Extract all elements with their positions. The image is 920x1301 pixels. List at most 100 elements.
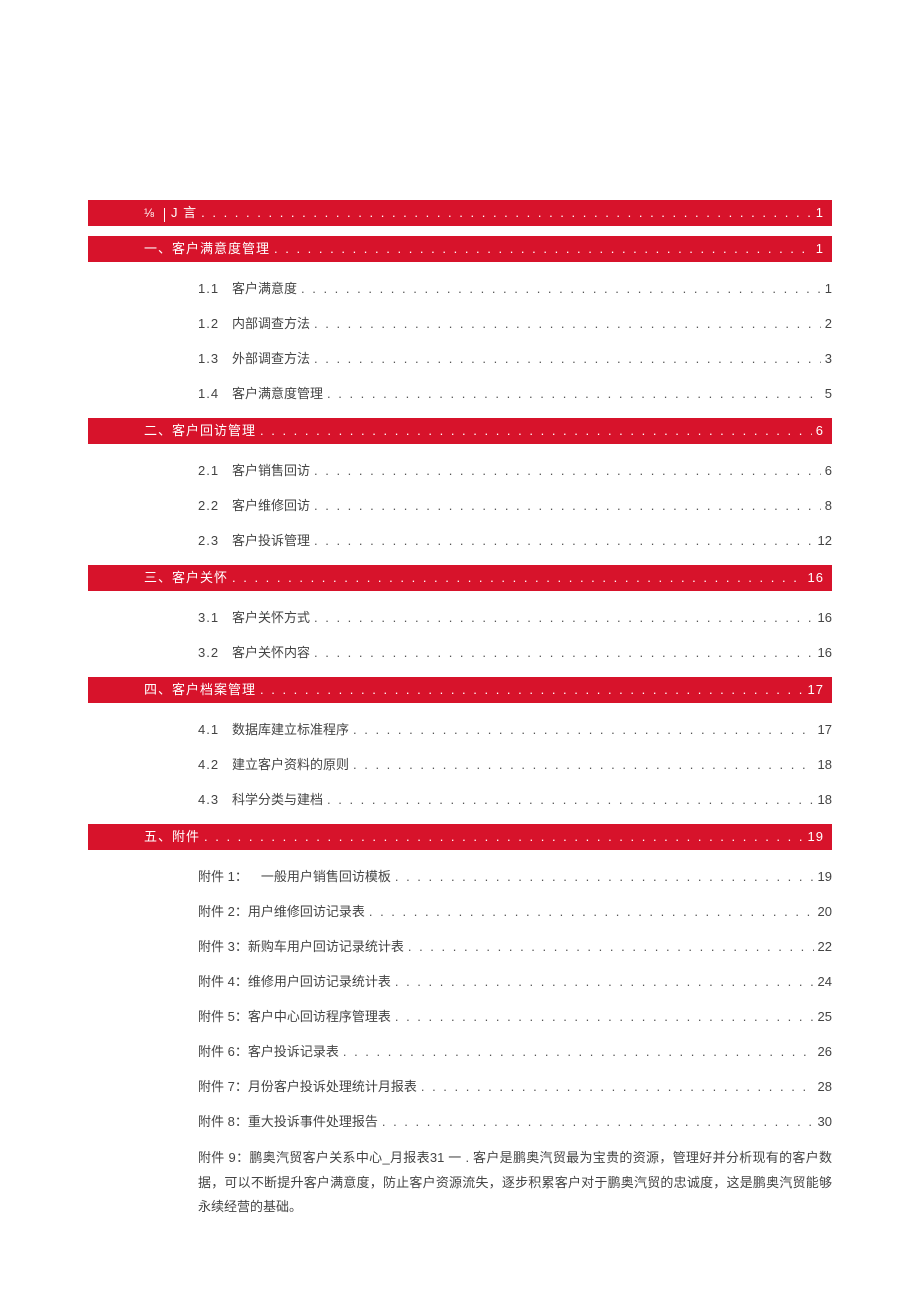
toc-entry-page: 2	[825, 316, 832, 331]
toc-entry-num: 3.1	[198, 610, 232, 625]
leader-dots: . . . . . . . . . . . . . . . . . . . . …	[353, 757, 814, 772]
leader-dots: . . . . . . . . . . . . . . . . . . . . …	[314, 463, 821, 478]
toc-entry: 3.1 客户关怀方式 . . . . . . . . . . . . . . .…	[198, 607, 832, 626]
toc-entry-page: 28	[818, 1079, 832, 1094]
toc-header-page: 1	[816, 200, 832, 226]
toc-entry-page: 19	[818, 869, 832, 884]
leader-dots: . . . . . . . . . . . . . . . . . . . . …	[369, 904, 814, 919]
toc-entry: 4.1 数据库建立标准程序 . . . . . . . . . . . . . …	[198, 719, 832, 738]
leader-dots: . . . . . . . . . . . . . . . . . . . . …	[314, 498, 821, 513]
leader-dots: . . . . . . . . . . . . . . . . . . . . …	[327, 792, 814, 807]
toc-entry-num: 1.3	[198, 351, 232, 366]
toc-entry-page: 20	[818, 904, 832, 919]
toc-entry-page: 12	[818, 533, 832, 548]
toc-entry: 4.3 科学分类与建档 . . . . . . . . . . . . . . …	[198, 789, 832, 808]
toc-note-text: 附件 9：鹏奥汽贸客户关系中心_月报表31 一 . 客户是鹏奥汽贸最为宝贵的资源…	[88, 1146, 832, 1220]
leader-dots: . . . . . . . . . . . . . . . . . . . . …	[395, 974, 814, 989]
toc-entry: 附件 4：维修用户回访记录统计表 . . . . . . . . . . . .…	[198, 971, 832, 990]
toc-entry-page: 24	[818, 974, 832, 989]
toc-header-label: 二、客户回访管理	[144, 418, 256, 444]
leader-dots: . . . . . . . . . . . . . . . . . . . . …	[395, 869, 814, 884]
toc-entry-label: 客户投诉管理	[232, 530, 310, 549]
toc-entry-page: 5	[825, 386, 832, 401]
leader-dots: . . . . . . . . . . . . . . . . . . . . …	[408, 939, 814, 954]
toc-entry-num: 4.3	[198, 792, 232, 807]
leader-dots: . . . . . . . . . . . . . . . . . . . . …	[201, 200, 812, 226]
toc-entry-label: 附件 8：重大投诉事件处理报告	[198, 1111, 378, 1130]
leader-dots: . . . . . . . . . . . . . . . . . . . . …	[395, 1009, 814, 1024]
toc-header-page: 19	[808, 824, 832, 850]
fraction-icon: ⅛	[144, 200, 154, 226]
toc-header-section-2: 二、客户回访管理 . . . . . . . . . . . . . . . .…	[88, 418, 832, 444]
toc-entry-page: 6	[825, 463, 832, 478]
toc-entry-label: 附件 3：新购车用户回访记录统计表	[198, 936, 404, 955]
toc-entry-num: 3.2	[198, 645, 232, 660]
toc-entry-label: 客户满意度	[232, 278, 297, 297]
toc-entry-num: 1.2	[198, 316, 232, 331]
toc-entry: 附件 8：重大投诉事件处理报告 . . . . . . . . . . . . …	[198, 1111, 832, 1130]
toc-entry-label: 建立客户资料的原则	[232, 754, 349, 773]
toc-header-label: J 言	[171, 200, 197, 226]
toc-entry: 1.1 客户满意度 . . . . . . . . . . . . . . . …	[198, 278, 832, 297]
toc-entry-label: 客户关怀方式	[232, 607, 310, 626]
toc-entry-page: 16	[818, 645, 832, 660]
toc-entry-page: 25	[818, 1009, 832, 1024]
vertical-divider-icon	[164, 208, 165, 222]
leader-dots: . . . . . . . . . . . . . . . . . . . . …	[301, 281, 821, 296]
toc-header-label: 五、附件	[144, 824, 200, 850]
toc-header-section-3: 三、客户关怀 . . . . . . . . . . . . . . . . .…	[88, 565, 832, 591]
toc-sublist-2: 2.1 客户销售回访 . . . . . . . . . . . . . . .…	[88, 460, 832, 549]
leader-dots: . . . . . . . . . . . . . . . . . . . . …	[314, 645, 814, 660]
toc-sublist-4: 4.1 数据库建立标准程序 . . . . . . . . . . . . . …	[88, 719, 832, 808]
leader-dots: . . . . . . . . . . . . . . . . . . . . …	[421, 1079, 814, 1094]
toc-entry-label: 科学分类与建档	[232, 789, 323, 808]
toc-entry: 附件 2：用户维修回访记录表 . . . . . . . . . . . . .…	[198, 901, 832, 920]
leader-dots: . . . . . . . . . . . . . . . . . . . . …	[274, 236, 812, 262]
toc-entry: 2.2 客户维修回访 . . . . . . . . . . . . . . .…	[198, 495, 832, 514]
toc-entry: 附件 7：月份客户投诉处理统计月报表 . . . . . . . . . . .…	[198, 1076, 832, 1095]
leader-dots: . . . . . . . . . . . . . . . . . . . . …	[353, 722, 814, 737]
toc-entry-page: 18	[818, 757, 832, 772]
leader-dots: . . . . . . . . . . . . . . . . . . . . …	[382, 1114, 814, 1129]
toc-entry: 3.2 客户关怀内容 . . . . . . . . . . . . . . .…	[198, 642, 832, 661]
toc-header-intro: ⅛ J 言 . . . . . . . . . . . . . . . . . …	[88, 200, 832, 226]
toc-entry-label: 客户维修回访	[232, 495, 310, 514]
toc-entry-page: 8	[825, 498, 832, 513]
toc-sublist-5: 附件 1： 一般用户销售回访模板 . . . . . . . . . . . .…	[88, 866, 832, 1130]
toc-entry-page: 3	[825, 351, 832, 366]
toc-entry-page: 30	[818, 1114, 832, 1129]
leader-dots: . . . . . . . . . . . . . . . . . . . . …	[314, 610, 814, 625]
toc-entry: 1.4 客户满意度管理 . . . . . . . . . . . . . . …	[198, 383, 832, 402]
toc-entry-label: 附件 6：客户投诉记录表	[198, 1041, 339, 1060]
toc-header-section-1: 一、客户满意度管理 . . . . . . . . . . . . . . . …	[88, 236, 832, 262]
toc-entry-page: 17	[818, 722, 832, 737]
toc-entry-label: 数据库建立标准程序	[232, 719, 349, 738]
toc-entry-label: 附件 1： 一般用户销售回访模板	[198, 866, 391, 885]
toc-header-section-5: 五、附件 . . . . . . . . . . . . . . . . . .…	[88, 824, 832, 850]
toc-entry-page: 22	[818, 939, 832, 954]
toc-entry-num: 2.1	[198, 463, 232, 478]
toc-entry-label: 客户关怀内容	[232, 642, 310, 661]
toc-entry-page: 26	[818, 1044, 832, 1059]
toc-sublist-3: 3.1 客户关怀方式 . . . . . . . . . . . . . . .…	[88, 607, 832, 661]
toc-header-label: 四、客户档案管理	[144, 677, 256, 703]
toc-entry: 附件 3：新购车用户回访记录统计表 . . . . . . . . . . . …	[198, 936, 832, 955]
toc-entry: 4.2 建立客户资料的原则 . . . . . . . . . . . . . …	[198, 754, 832, 773]
leader-dots: . . . . . . . . . . . . . . . . . . . . …	[314, 533, 814, 548]
toc-header-page: 16	[808, 565, 832, 591]
toc-entry: 2.3 客户投诉管理 . . . . . . . . . . . . . . .…	[198, 530, 832, 549]
toc-entry: 1.2 内部调查方法 . . . . . . . . . . . . . . .…	[198, 313, 832, 332]
leader-dots: . . . . . . . . . . . . . . . . . . . . …	[314, 351, 821, 366]
toc-entry-num: 1.4	[198, 386, 232, 401]
toc-entry-page: 1	[825, 281, 832, 296]
toc-entry-num: 4.1	[198, 722, 232, 737]
toc-entry-num: 2.3	[198, 533, 232, 548]
toc-entry-label: 客户销售回访	[232, 460, 310, 479]
toc-entry: 附件 5：客户中心回访程序管理表 . . . . . . . . . . . .…	[198, 1006, 832, 1025]
toc-entry-label: 内部调查方法	[232, 313, 310, 332]
leader-dots: . . . . . . . . . . . . . . . . . . . . …	[343, 1044, 814, 1059]
leader-dots: . . . . . . . . . . . . . . . . . . . . …	[260, 677, 804, 703]
leader-dots: . . . . . . . . . . . . . . . . . . . . …	[327, 386, 821, 401]
toc-entry-label: 附件 7：月份客户投诉处理统计月报表	[198, 1076, 417, 1095]
toc-entry-page: 18	[818, 792, 832, 807]
